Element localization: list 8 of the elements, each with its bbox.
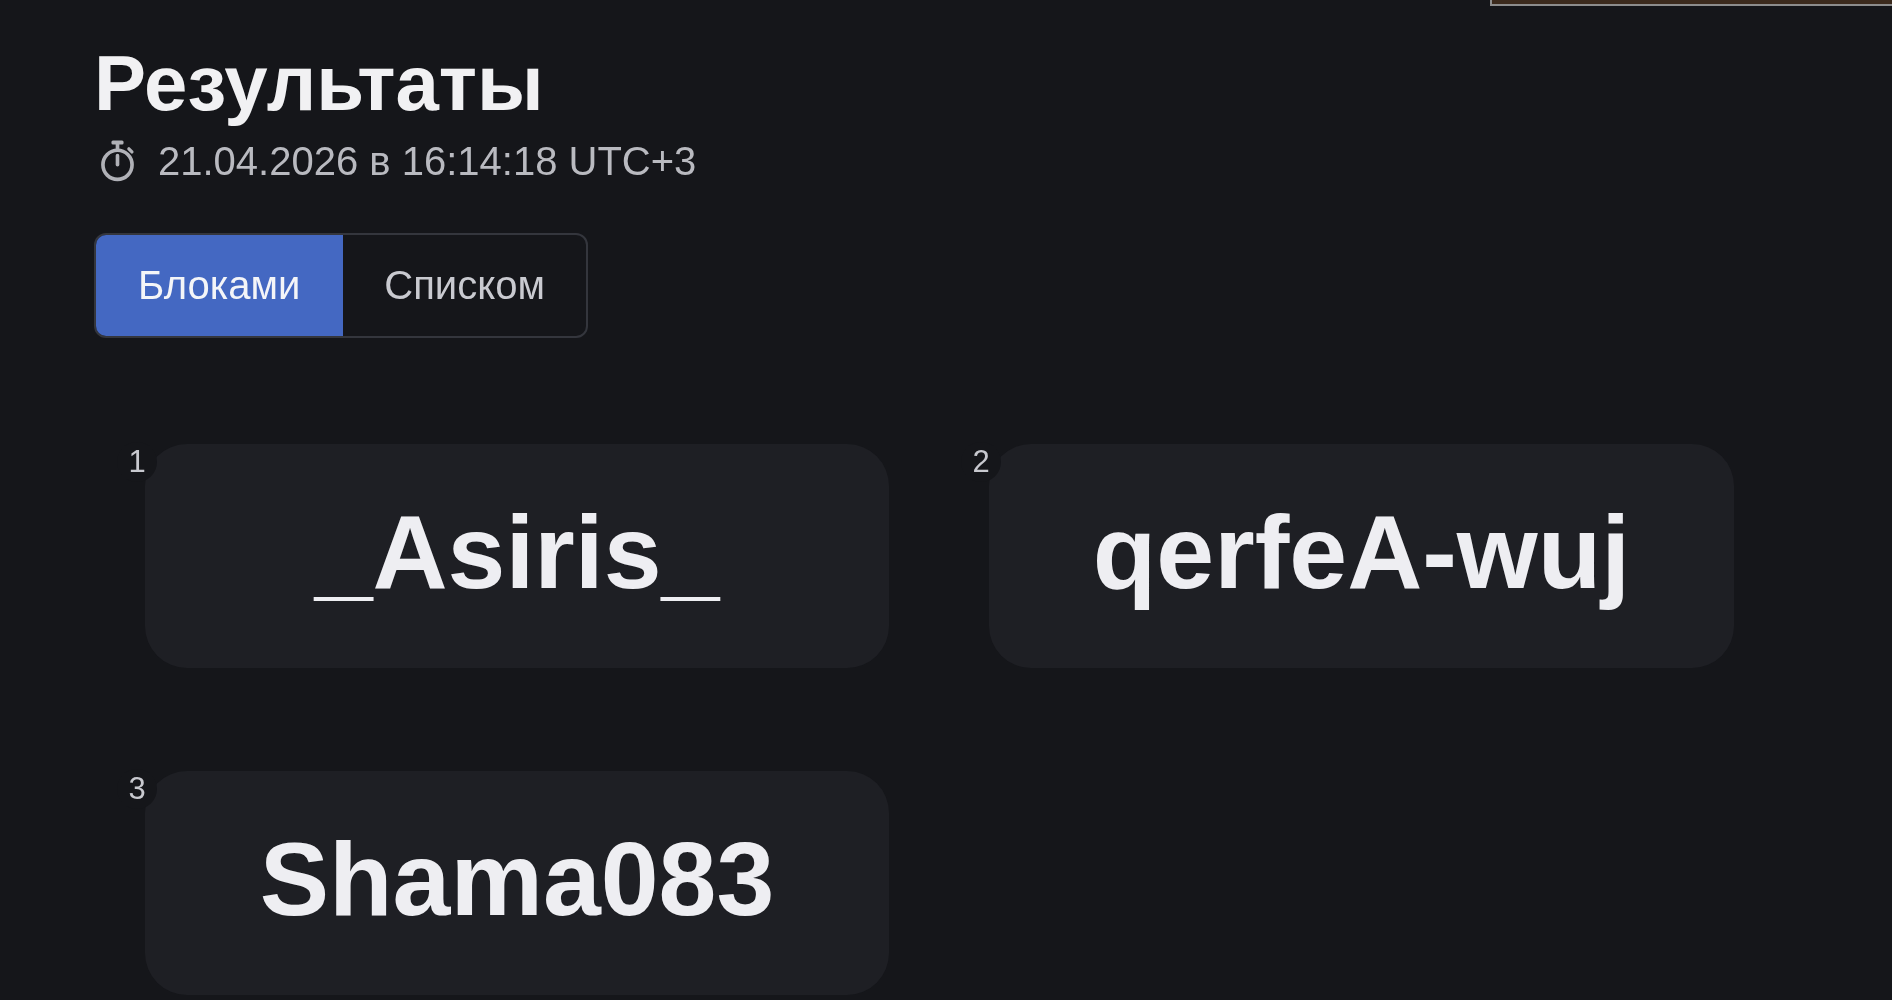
player-name: qerfeA-wuj [1092, 493, 1631, 613]
timestamp: 21.04.2026 в 16:14:18 UTC+3 [158, 138, 697, 184]
view-tab[interactable]: Списком [343, 234, 586, 336]
view-tab[interactable]: Блоками [96, 234, 344, 336]
stopwatch-icon [99, 139, 136, 184]
player-name: _Asiris_ [314, 493, 720, 613]
player-name: Shama083 [259, 820, 775, 940]
page-title: Результаты [94, 39, 544, 129]
